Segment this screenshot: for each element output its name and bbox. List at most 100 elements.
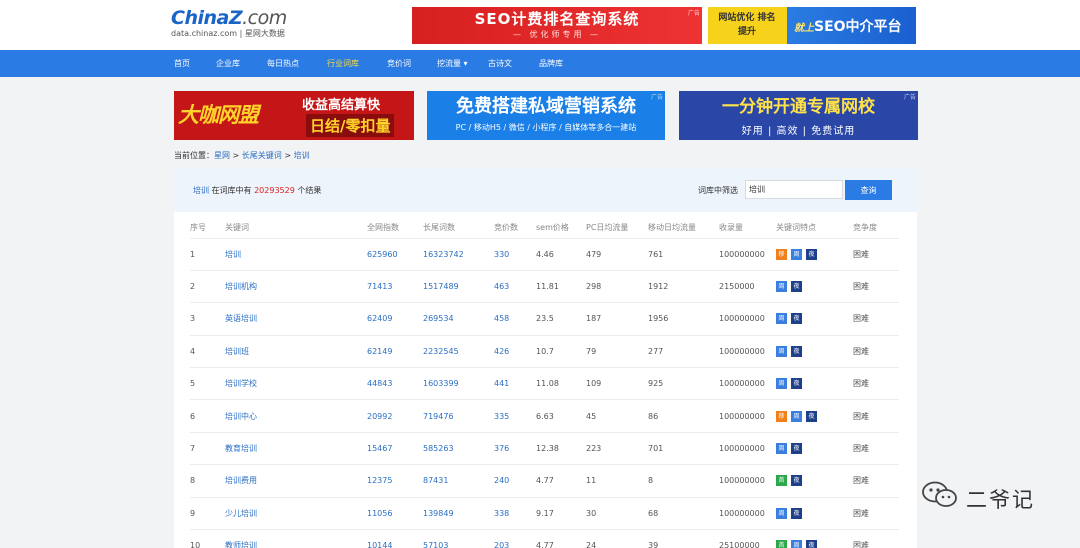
breadcrumb-link-current[interactable]: 培训 (294, 151, 310, 160)
longtail-link[interactable]: 1517489 (423, 269, 494, 303)
feature-badge: 夜 (791, 443, 802, 455)
longtail-link[interactable]: 57103 (423, 529, 494, 548)
bid-link[interactable]: 426 (494, 334, 536, 368)
sem-price: 11.81 (536, 269, 586, 303)
longtail-link[interactable]: 139849 (423, 496, 494, 530)
longtail-link[interactable]: 719476 (423, 399, 494, 433)
longtail-link[interactable]: 269534 (423, 302, 494, 336)
table-row: 5 培训学校 44843 1603399 441 11.08 109 925 100000000… (190, 367, 899, 400)
nav-item-home[interactable]: 首页 (174, 50, 190, 77)
feature-badge: 周 (791, 540, 802, 548)
feature-badge: 首 (776, 540, 787, 548)
bid-link[interactable]: 441 (494, 367, 536, 400)
keyword-link[interactable]: 教师培训 (225, 529, 367, 548)
indexed-count: 100000000 (719, 334, 776, 368)
banner-dakawangmeng[interactable]: 大咖网盟 收益高结算快 日结/零扣量 (174, 91, 414, 140)
keyword-link[interactable]: 教育培训 (225, 431, 367, 465)
index-link[interactable]: 44843 (367, 367, 423, 400)
bid-link[interactable]: 335 (494, 399, 536, 433)
summary-keyword[interactable]: 培训 (193, 186, 209, 195)
nav-item-poetry[interactable]: 古诗文 (488, 50, 512, 77)
col-header-no: 序号 (190, 223, 206, 233)
sem-price: 4.77 (536, 464, 586, 498)
longtail-link[interactable]: 2232545 (423, 334, 494, 368)
query-button[interactable]: 查询 (845, 180, 892, 200)
filter-input[interactable] (745, 180, 843, 199)
col-header-bid: 竞价数 (494, 223, 518, 233)
longtail-link[interactable]: 1603399 (423, 367, 494, 400)
keyword-link[interactable]: 培训 (225, 237, 367, 271)
sem-price: 12.38 (536, 431, 586, 465)
col-header-keyword: 关键词 (225, 223, 249, 233)
mobile-traffic: 1912 (648, 269, 719, 303)
bid-link[interactable]: 330 (494, 237, 536, 271)
index-link[interactable]: 11056 (367, 496, 423, 530)
sem-price: 11.08 (536, 367, 586, 400)
indexed-count: 100000000 (719, 367, 776, 400)
nav-item-company[interactable]: 企业库 (216, 50, 240, 77)
keyword-link[interactable]: 培训学校 (225, 367, 367, 400)
bid-link[interactable]: 458 (494, 302, 536, 336)
bid-link[interactable]: 376 (494, 431, 536, 465)
row-number: 4 (190, 334, 225, 368)
row-number: 6 (190, 399, 225, 433)
competition-level: 困难 (853, 367, 899, 400)
index-link[interactable]: 625960 (367, 237, 423, 271)
mobile-traffic: 761 (648, 237, 719, 271)
chinaz-logo[interactable]: ChinaZ.com data.chinaz.com | 星网大数据 (171, 8, 287, 39)
wechat-watermark: 二爷记 (920, 480, 1033, 512)
bid-link[interactable]: 338 (494, 496, 536, 530)
keyword-link[interactable]: 培训中心 (225, 399, 367, 433)
bid-link[interactable]: 463 (494, 269, 536, 303)
row-number: 5 (190, 367, 225, 400)
logo-z: Z (228, 7, 243, 29)
nav-item-daily-hot[interactable]: 每日热点 (267, 50, 299, 77)
pc-traffic: 30 (586, 496, 648, 530)
col-header-longtail: 长尾词数 (423, 223, 455, 233)
keyword-link[interactable]: 培训费用 (225, 464, 367, 498)
keyword-link[interactable]: 少儿培训 (225, 496, 367, 530)
keyword-link[interactable]: 培训机构 (225, 269, 367, 303)
competition-level: 困难 (853, 269, 899, 303)
summary-middle: 在词库中有 (209, 186, 255, 195)
indexed-count: 100000000 (719, 302, 776, 336)
banner1-line2: 日结/零扣量 (306, 114, 395, 137)
row-number: 7 (190, 431, 225, 465)
banner-private-marketing[interactable]: 免费搭建私域营销系统 PC / 移动H5 / 微信 / 小程序 / 自媒体等多合… (427, 91, 665, 140)
feature-badge: 夜 (806, 540, 817, 548)
nav-item-traffic[interactable]: 挖流量 ▾ (437, 50, 468, 77)
index-link[interactable]: 12375 (367, 464, 423, 498)
banner1-line1: 收益高结算快 (302, 98, 381, 113)
longtail-link[interactable]: 16323742 (423, 237, 494, 271)
indexed-count: 100000000 (719, 431, 776, 465)
bid-link[interactable]: 203 (494, 529, 536, 548)
nav-item-brand[interactable]: 品牌库 (539, 50, 563, 77)
longtail-link[interactable]: 585263 (423, 431, 494, 465)
feature-badge: 夜 (791, 475, 802, 487)
keyword-link[interactable]: 培训班 (225, 334, 367, 368)
nav-item-bid-words[interactable]: 竞价词 (387, 50, 411, 77)
nav-item-industry-words[interactable]: 行业词库 (327, 50, 359, 77)
index-link[interactable]: 71413 (367, 269, 423, 303)
bid-link[interactable]: 240 (494, 464, 536, 498)
banner-online-school[interactable]: 一分钟开通专属网校 好用 | 高效 | 免费试用 广告 (679, 91, 918, 140)
index-link[interactable]: 62149 (367, 334, 423, 368)
competition-level: 困难 (853, 431, 899, 465)
competition-level: 困难 (853, 302, 899, 336)
keyword-link[interactable]: 英语培训 (225, 302, 367, 336)
longtail-link[interactable]: 87431 (423, 464, 494, 498)
index-link[interactable]: 62409 (367, 302, 423, 336)
breadcrumb-link-xingwang[interactable]: 星网 (214, 151, 230, 160)
pc-traffic: 187 (586, 302, 648, 336)
index-link[interactable]: 10144 (367, 529, 423, 548)
sem-price: 6.63 (536, 399, 586, 433)
wechat-icon (922, 481, 957, 507)
breadcrumb-link-longtail[interactable]: 长尾关键词 (242, 151, 282, 160)
mobile-traffic: 86 (648, 399, 719, 433)
index-link[interactable]: 15467 (367, 431, 423, 465)
ad-seo-agency[interactable]: 网站优化 排名提升 就上SEO中介平台 (708, 7, 916, 44)
ad-seo-ranking[interactable]: SEO计费排名查询系统 — 优化师专用 — 广告 (412, 7, 702, 44)
summary-count: 20293529 (254, 186, 295, 195)
keyword-features: 周夜 (776, 496, 853, 530)
index-link[interactable]: 20992 (367, 399, 423, 433)
